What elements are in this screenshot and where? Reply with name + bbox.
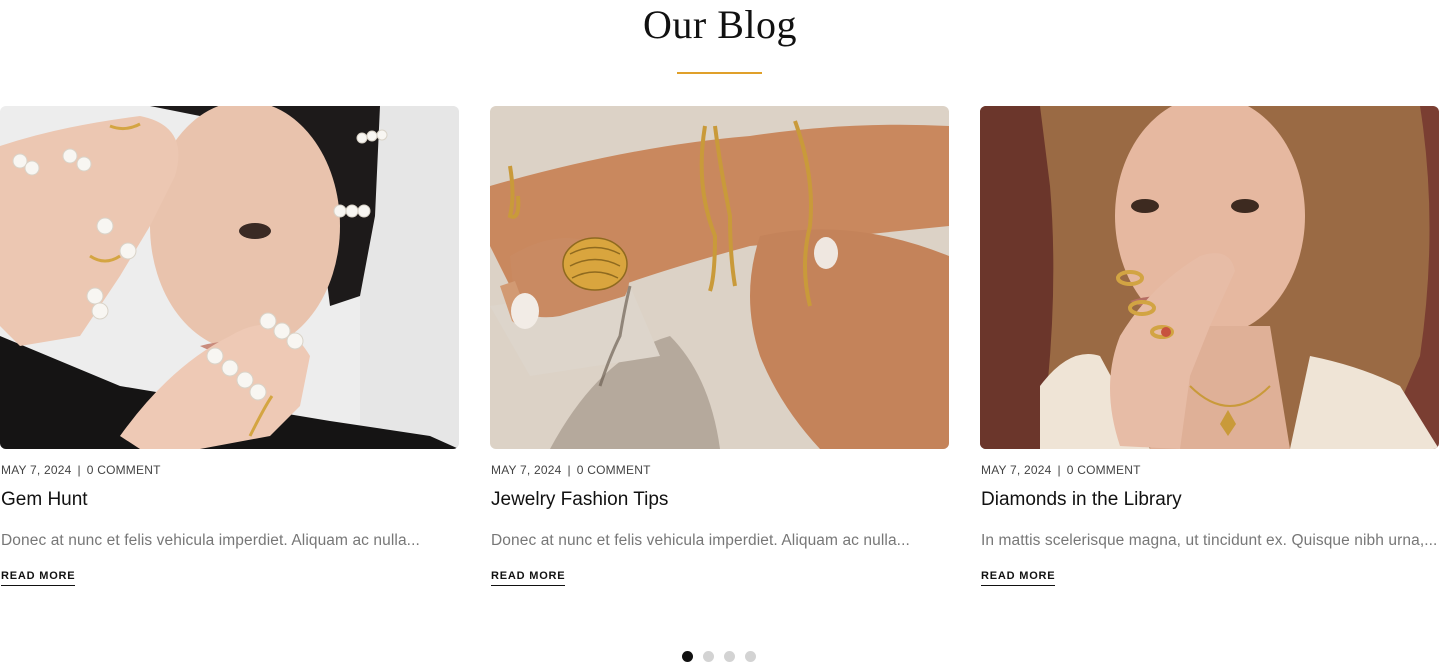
post-comments[interactable]: 0 COMMENT <box>577 463 651 477</box>
post-meta: MAY 7, 2024 | 0 COMMENT <box>1 463 161 477</box>
post-excerpt: In mattis scelerisque magna, ut tincidun… <box>981 532 1438 549</box>
post-excerpt: Donec at nunc et felis vehicula imperdie… <box>1 532 420 549</box>
meta-separator: | <box>1057 463 1061 477</box>
blog-section: Our Blog MAY 7, 2024 | 0 COMMENT Gem Hun… <box>0 0 1440 669</box>
photo-woman-gold-rings <box>980 106 1439 449</box>
read-more-link[interactable]: READ MORE <box>981 570 1056 586</box>
pagination-dot-2[interactable] <box>703 651 714 662</box>
blog-card-image[interactable] <box>980 106 1439 449</box>
post-date: MAY 7, 2024 <box>1 463 72 477</box>
meta-separator: | <box>77 463 81 477</box>
post-comments[interactable]: 0 COMMENT <box>87 463 161 477</box>
blog-carousel: MAY 7, 2024 | 0 COMMENT Gem Hunt Donec at … <box>0 106 1440 596</box>
post-meta: MAY 7, 2024 | 0 COMMENT <box>981 463 1141 477</box>
meta-separator: | <box>567 463 571 477</box>
post-date: MAY 7, 2024 <box>981 463 1052 477</box>
post-meta: MAY 7, 2024 | 0 COMMENT <box>491 463 651 477</box>
pagination-dot-1[interactable] <box>682 651 693 662</box>
blog-card-gem-hunt: MAY 7, 2024 | 0 COMMENT Gem Hunt Donec at … <box>0 106 459 596</box>
read-more-link[interactable]: READ MORE <box>1 570 76 586</box>
post-title[interactable]: Gem Hunt <box>1 489 88 511</box>
photo-pearl-rings <box>0 106 459 449</box>
pagination-dot-4[interactable] <box>745 651 756 662</box>
post-title[interactable]: Diamonds in the Library <box>981 489 1182 511</box>
photo-gold-bracelets <box>490 106 949 449</box>
title-underline <box>677 72 762 74</box>
section-title: Our Blog <box>643 2 797 47</box>
blog-card-diamonds-in-the-library: MAY 7, 2024 | 0 COMMENT Diamonds in the Li… <box>980 106 1439 596</box>
post-date: MAY 7, 2024 <box>491 463 562 477</box>
post-excerpt: Donec at nunc et felis vehicula imperdie… <box>491 532 910 549</box>
pagination-dot-3[interactable] <box>724 651 735 662</box>
blog-card-image[interactable] <box>490 106 949 449</box>
read-more-link[interactable]: READ MORE <box>491 570 566 586</box>
post-comments[interactable]: 0 COMMENT <box>1067 463 1141 477</box>
blog-card-image[interactable] <box>0 106 459 449</box>
carousel-pagination <box>682 651 756 662</box>
post-title[interactable]: Jewelry Fashion Tips <box>491 489 668 511</box>
blog-card-jewelry-fashion-tips: MAY 7, 2024 | 0 COMMENT Jewelry Fashion Ti… <box>490 106 949 596</box>
